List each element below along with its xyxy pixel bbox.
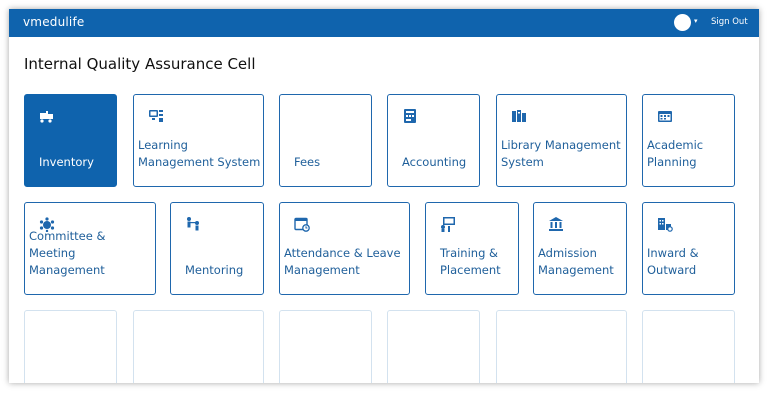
module-tile-inward-outward[interactable]: Inward & Outward xyxy=(642,202,735,295)
tile-label: Accounting xyxy=(402,155,467,169)
forklift-icon xyxy=(40,111,53,123)
tile-label: Learning Management System xyxy=(138,138,261,169)
placeholder-tile xyxy=(24,310,117,383)
page-title: Internal Quality Assurance Cell xyxy=(24,55,256,73)
top-navbar: vmedulife ▾ Sign Out xyxy=(9,9,759,37)
tile-label: Admission Management xyxy=(538,246,614,277)
sign-out-link[interactable]: Sign Out xyxy=(711,17,748,27)
library-icon xyxy=(512,110,526,122)
placeholder-tile xyxy=(279,310,372,383)
tile-label: Training & Placement xyxy=(440,246,501,277)
tile-label: Inventory xyxy=(39,155,94,169)
brand-logo[interactable]: vmedulife xyxy=(23,15,84,29)
tile-label: Fees xyxy=(294,155,321,169)
attendance-icon xyxy=(294,217,310,232)
training-icon xyxy=(441,217,455,232)
module-tile-library-management-system[interactable]: Library Management System xyxy=(496,94,627,187)
chevron-down-icon[interactable]: ▾ xyxy=(694,17,698,25)
mentoring-icon xyxy=(187,217,199,231)
placeholder-tile xyxy=(387,310,480,383)
tile-label: Inward & Outward xyxy=(647,246,699,277)
tile-label: Committee & Meeting Management xyxy=(29,229,106,277)
module-tile-learning-management-system[interactable]: Learning Management System xyxy=(133,94,264,187)
placeholder-tile xyxy=(133,310,264,383)
admission-icon xyxy=(549,217,563,231)
module-tile-mentoring[interactable]: Mentoring xyxy=(170,202,264,295)
tile-label: Library Management System xyxy=(501,138,621,169)
placeholder-tile xyxy=(496,310,627,383)
inward-outward-icon xyxy=(658,218,673,232)
app-window: vmedulife ▾ Sign Out Internal Quality As… xyxy=(9,9,759,383)
calendar-icon xyxy=(658,111,672,122)
module-tile-inventory[interactable]: Inventory xyxy=(24,94,117,187)
tile-label: Academic Planning xyxy=(647,138,704,169)
accounting-icon xyxy=(404,109,416,123)
tile-label: Mentoring xyxy=(185,263,244,277)
lms-icon xyxy=(149,110,163,122)
module-tile-attendance-leave-management[interactable]: Attendance & Leave Management xyxy=(279,202,410,295)
tile-label: Attendance & Leave Management xyxy=(284,246,401,277)
placeholder-tile xyxy=(642,310,735,383)
user-avatar[interactable] xyxy=(674,14,691,31)
module-tile-training-placement[interactable]: Training & Placement xyxy=(425,202,519,295)
module-tile-fees[interactable]: Fees xyxy=(279,94,372,187)
module-tile-admission-management[interactable]: Admission Management xyxy=(533,202,627,295)
module-tile-accounting[interactable]: Accounting xyxy=(387,94,480,187)
module-tile-committee-meeting-management[interactable]: Committee & Meeting Management xyxy=(24,202,156,295)
module-tile-academic-planning[interactable]: Academic Planning xyxy=(642,94,735,187)
